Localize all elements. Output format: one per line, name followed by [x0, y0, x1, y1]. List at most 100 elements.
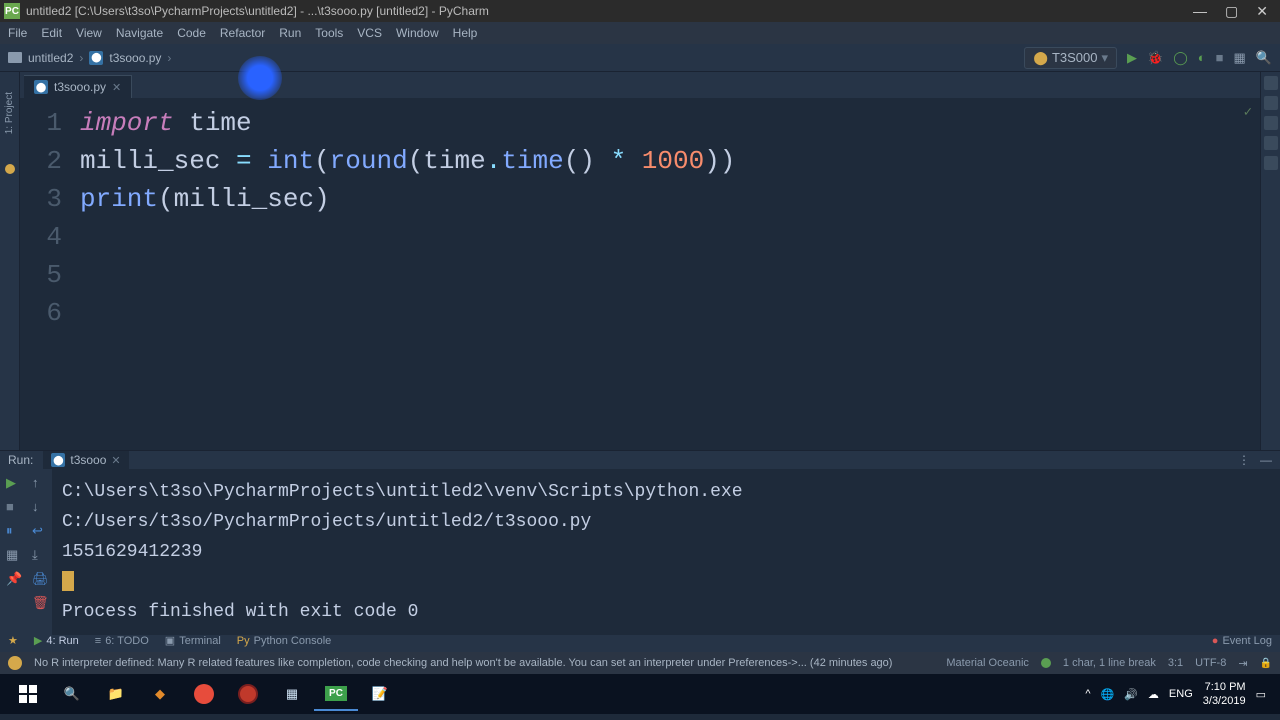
right-tool-gutter	[1260, 72, 1280, 450]
explorer-button[interactable]: 📁	[94, 677, 138, 711]
code-content[interactable]: import time milli_sec = int(round(time.t…	[72, 98, 1260, 450]
run-panel-title: Run:	[8, 453, 33, 467]
opera-button[interactable]	[226, 677, 270, 711]
notifications-icon[interactable]: ▭	[1256, 688, 1266, 701]
inspection-ok-icon: ✓	[1244, 104, 1252, 121]
dump-button[interactable]: ▦	[6, 547, 20, 561]
run-console-output[interactable]: C:\Users\t3so\PycharmProjects\untitled2\…	[52, 469, 1280, 635]
run-button[interactable]: ▶	[1127, 50, 1137, 66]
console-line: 1551629412239	[62, 537, 1270, 567]
editor-tab[interactable]: ⬤ t3sooo.py ✕	[24, 75, 132, 98]
scroll-button[interactable]: ⤓	[32, 547, 46, 561]
search-button[interactable]: 🔍	[1256, 50, 1272, 66]
run-config-selector[interactable]: ⬤ T3S000 ▾	[1024, 47, 1117, 69]
layout-button[interactable]: ▦	[1234, 50, 1246, 66]
run-tab[interactable]: ⬤ t3sooo ✕	[43, 451, 128, 469]
wrap-button[interactable]: ↩	[32, 523, 46, 537]
titlebar: PC untitled2 [C:\Users\t3so\PycharmProje…	[0, 0, 1280, 22]
menu-run[interactable]: Run	[279, 26, 301, 40]
menu-file[interactable]: File	[8, 26, 27, 40]
maximize-button[interactable]: ▢	[1225, 3, 1238, 20]
tab-event-log[interactable]: ●Event Log	[1212, 635, 1272, 647]
right-tool-item[interactable]	[1264, 76, 1278, 90]
app-icon: PC	[4, 3, 20, 19]
search-button[interactable]: 🔍	[50, 677, 94, 711]
tab-python-console[interactable]: PyPython Console	[237, 635, 332, 647]
run-tab-label: t3sooo	[70, 453, 106, 467]
run-toolbar-left: ▶ ■ ⏸ ▦ 📌	[0, 469, 26, 635]
system-tray: ^ 🌐 🔊 ☁ ENG 7:10 PM 3/3/2019 ▭	[1085, 680, 1274, 708]
menu-refactor[interactable]: Refactor	[220, 26, 265, 40]
chevron-right-icon: ›	[79, 51, 83, 65]
debug-button[interactable]: 🐞	[1147, 50, 1163, 66]
stop-button[interactable]: ■	[6, 499, 20, 513]
windows-taskbar: 🔍 📁 ◆ ▦ PC 📝 ^ 🌐 🔊 ☁ ENG 7:10 PM 3/3/201…	[0, 674, 1280, 714]
recorder-button[interactable]	[182, 677, 226, 711]
hide-panel-button[interactable]: —	[1260, 453, 1272, 467]
run-toolbar-left2: ↑ ↓ ↩ ⤓ 🖨 🗑	[26, 469, 52, 635]
down-button[interactable]: ↓	[32, 499, 46, 513]
menu-code[interactable]: Code	[177, 26, 206, 40]
language-indicator[interactable]: ENG	[1169, 688, 1193, 700]
print-button[interactable]: 🖨	[32, 571, 46, 585]
profile-button[interactable]: ◐	[1198, 50, 1206, 65]
coverage-button[interactable]: ◯	[1173, 50, 1188, 66]
menu-edit[interactable]: Edit	[41, 26, 62, 40]
statusbar: No R interpreter defined: Many R related…	[0, 652, 1280, 674]
chevron-right-icon: ›	[167, 51, 171, 65]
status-message[interactable]: No R interpreter defined: Many R related…	[34, 657, 934, 669]
breadcrumb-file[interactable]: t3sooo.py	[109, 51, 161, 65]
close-button[interactable]: ✕	[1256, 3, 1268, 20]
notepad-button[interactable]: 📝	[358, 677, 402, 711]
editor-tabs: ⬤ t3sooo.py ✕	[20, 72, 1260, 98]
run-config-label: T3S000	[1052, 50, 1098, 65]
python-file-icon: ⬤	[34, 80, 48, 94]
menu-view[interactable]: View	[76, 26, 102, 40]
trash-button[interactable]: 🗑	[32, 595, 46, 609]
pycharm-button[interactable]: PC	[314, 677, 358, 711]
menu-navigate[interactable]: Navigate	[116, 26, 163, 40]
onedrive-icon[interactable]: ☁	[1148, 688, 1159, 701]
pause-button[interactable]: ⏸	[6, 523, 20, 537]
close-tab-icon[interactable]: ✕	[112, 81, 121, 94]
rerun-button[interactable]: ▶	[6, 475, 20, 489]
run-panel-menu[interactable]: ⋮	[1238, 453, 1250, 467]
warning-icon	[8, 656, 22, 670]
menu-window[interactable]: Window	[396, 26, 439, 40]
folder-icon	[8, 52, 22, 63]
breadcrumb-project[interactable]: untitled2	[28, 51, 73, 65]
right-tool-item[interactable]	[1264, 96, 1278, 110]
start-button[interactable]	[6, 677, 50, 711]
tab-run[interactable]: ▶4: Run	[34, 634, 79, 647]
right-tool-item[interactable]	[1264, 116, 1278, 130]
right-tool-item[interactable]	[1264, 136, 1278, 150]
sublime-button[interactable]: ◆	[138, 677, 182, 711]
volume-icon[interactable]: 🔊	[1124, 688, 1138, 701]
right-tool-item[interactable]	[1264, 156, 1278, 170]
minimize-button[interactable]: —	[1193, 3, 1207, 20]
star-icon[interactable]: ★	[8, 634, 18, 647]
menu-vcs[interactable]: VCS	[357, 26, 382, 40]
menu-help[interactable]: Help	[453, 26, 478, 40]
status-indent[interactable]: ⇥	[1238, 657, 1247, 670]
lock-icon[interactable]	[1260, 657, 1272, 669]
python-file-icon: ⬤	[51, 453, 65, 467]
up-button[interactable]: ↑	[32, 475, 46, 489]
tab-todo[interactable]: ≡6: TODO	[95, 635, 149, 647]
project-tool-button[interactable]: 1: Project	[4, 92, 15, 134]
menubar: File Edit View Navigate Code Refactor Ru…	[0, 22, 1280, 44]
close-run-tab-icon[interactable]: ✕	[111, 454, 120, 467]
status-encoding[interactable]: UTF-8	[1195, 657, 1226, 669]
stop-button[interactable]: ■	[1216, 50, 1224, 65]
clock[interactable]: 7:10 PM 3/3/2019	[1203, 680, 1246, 708]
status-position[interactable]: 3:1	[1168, 657, 1183, 669]
menu-tools[interactable]: Tools	[315, 26, 343, 40]
calculator-button[interactable]: ▦	[270, 677, 314, 711]
tab-terminal[interactable]: ▣Terminal	[165, 634, 221, 647]
code-editor[interactable]: 1 2 3 4 5 6 import time milli_sec = int(…	[20, 98, 1260, 450]
tray-expand[interactable]: ^	[1085, 688, 1090, 700]
network-icon[interactable]: 🌐	[1101, 688, 1115, 701]
pin-button[interactable]: 📌	[6, 571, 20, 585]
run-tool-window: Run: ⬤ t3sooo ✕ ⋮ — ▶ ■ ⏸ ▦ 📌 ↑ ↓ ↩ ⤓ 🖨 …	[0, 450, 1280, 628]
status-theme[interactable]: Material Oceanic	[946, 657, 1029, 669]
